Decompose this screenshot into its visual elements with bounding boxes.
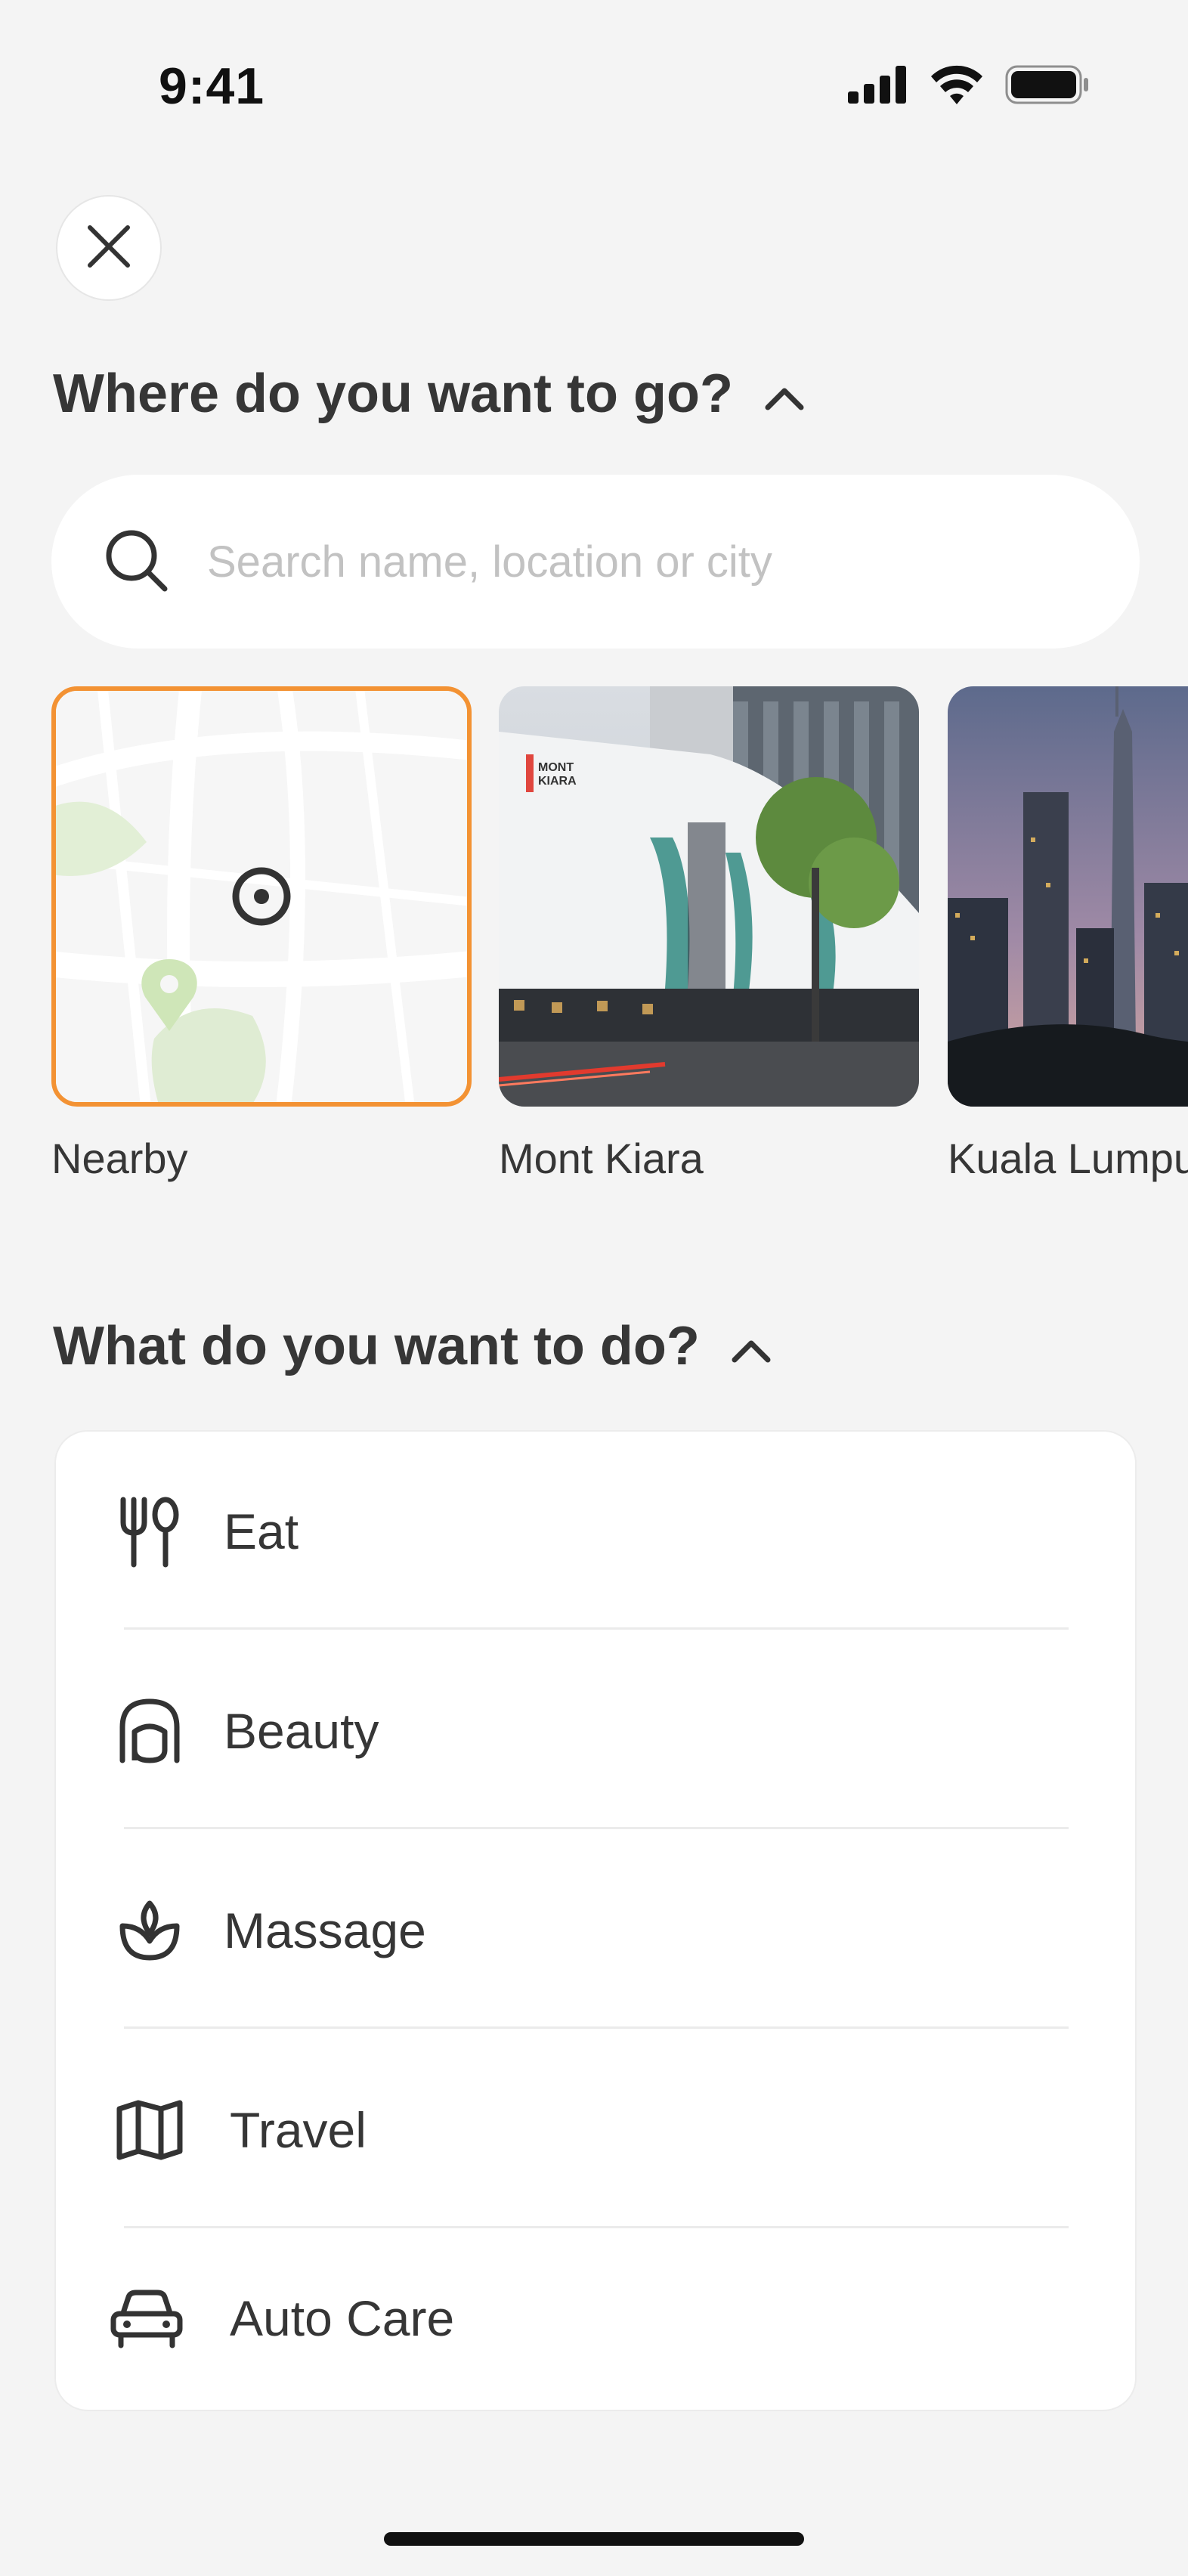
home-indicator[interactable]	[384, 2532, 804, 2546]
category-item-beauty[interactable]: Beauty	[56, 1631, 1138, 1831]
svg-text:MONT: MONT	[538, 761, 574, 774]
category-label: Beauty	[224, 1703, 379, 1759]
where-section-header[interactable]: Where do you want to go?	[53, 363, 806, 425]
location-label: Kuala Lumpur	[948, 1135, 1188, 1182]
lotus-icon	[112, 1893, 187, 1968]
cellular-signal-icon	[848, 66, 908, 107]
location-thumbnail-kuala-lumpur[interactable]	[948, 686, 1188, 1107]
divider	[124, 2026, 1069, 2029]
fork-knife-icon	[112, 1494, 187, 1569]
divider	[124, 1627, 1069, 1630]
location-thumbnail-nearby[interactable]	[51, 686, 472, 1107]
category-item-eat[interactable]: Eat	[56, 1432, 1138, 1631]
close-button[interactable]	[56, 195, 162, 301]
wifi-icon	[930, 65, 984, 108]
location-label: Mont Kiara	[499, 1135, 704, 1182]
location-label: Nearby	[51, 1135, 188, 1182]
category-label: Auto Care	[230, 2290, 455, 2346]
map-thumbnail	[56, 691, 467, 1102]
location-card-kuala-lumpur[interactable]: Kuala Lumpur	[948, 686, 1188, 1183]
location-card-mont-kiara[interactable]: MONT KIARA Mont Kiara	[499, 686, 919, 1183]
chevron-up-icon[interactable]	[730, 1315, 772, 1377]
mont-kiara-photo: MONT KIARA	[499, 686, 919, 1107]
chevron-up-icon[interactable]	[763, 363, 806, 425]
status-bar: 9:41	[0, 0, 1188, 159]
location-thumbnail-mont-kiara[interactable]: MONT KIARA	[499, 686, 919, 1107]
battery-icon	[1005, 65, 1090, 108]
close-icon	[85, 223, 132, 274]
car-icon	[109, 2280, 184, 2356]
category-item-massage[interactable]: Massage	[56, 1831, 1138, 2030]
map-icon	[112, 2092, 187, 2168]
category-item-auto-care[interactable]: Auto Care	[56, 2224, 1138, 2413]
category-label: Massage	[224, 1903, 426, 1958]
status-time: 9:41	[159, 57, 265, 115]
where-section-title: Where do you want to go?	[53, 364, 733, 424]
search-icon	[103, 527, 169, 597]
category-list: Eat Beauty Massage Travel Auto Care	[54, 1430, 1137, 2411]
search-input[interactable]	[206, 535, 1040, 588]
svg-text:KIARA: KIARA	[538, 775, 577, 788]
what-section-header[interactable]: What do you want to do?	[53, 1315, 772, 1377]
category-label: Travel	[230, 2102, 367, 2158]
what-section-title: What do you want to do?	[53, 1316, 700, 1376]
status-icons	[848, 65, 1090, 108]
divider	[124, 1827, 1069, 1829]
category-item-travel[interactable]: Travel	[56, 2030, 1138, 2230]
location-card-nearby[interactable]: Nearby	[51, 686, 472, 1183]
category-label: Eat	[224, 1503, 299, 1559]
kuala-lumpur-photo	[948, 686, 1188, 1107]
hair-salon-icon	[112, 1693, 187, 1769]
search-bar[interactable]	[51, 475, 1140, 649]
location-carousel[interactable]: Nearby MONT KIARA Mont Kiara Kuala Lumpu…	[0, 686, 1188, 1200]
